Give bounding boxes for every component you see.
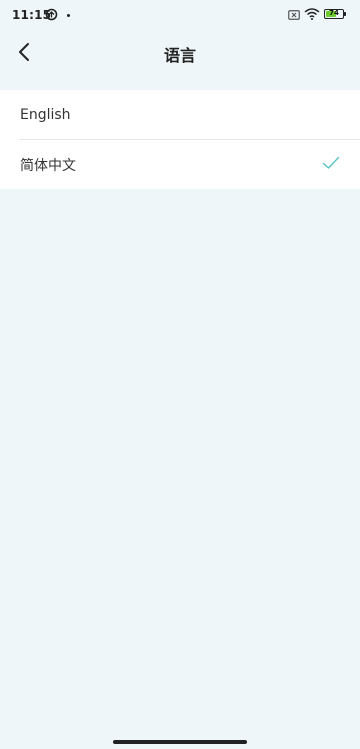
language-option-english[interactable]: English — [0, 90, 360, 139]
checkmark-icon — [322, 156, 340, 169]
battery-icon: 74 — [324, 9, 344, 19]
battery-cap — [344, 12, 346, 16]
notification-icon — [45, 8, 58, 24]
language-label: 简体中文 — [20, 157, 76, 174]
home-indicator — [113, 740, 247, 744]
status-bar: 11:15 74 — [0, 0, 360, 30]
language-list: English 简体中文 — [0, 90, 360, 189]
no-sim-icon — [288, 9, 300, 23]
page-title: 语言 — [163, 46, 196, 65]
navigation-bar: 语言 — [0, 30, 360, 76]
language-option-simplified-chinese[interactable]: 简体中文 — [0, 140, 360, 189]
battery-level-text: 74 — [329, 9, 339, 17]
notification-dot-icon — [67, 14, 70, 17]
wifi-icon — [304, 8, 320, 23]
language-label: English — [20, 106, 71, 123]
